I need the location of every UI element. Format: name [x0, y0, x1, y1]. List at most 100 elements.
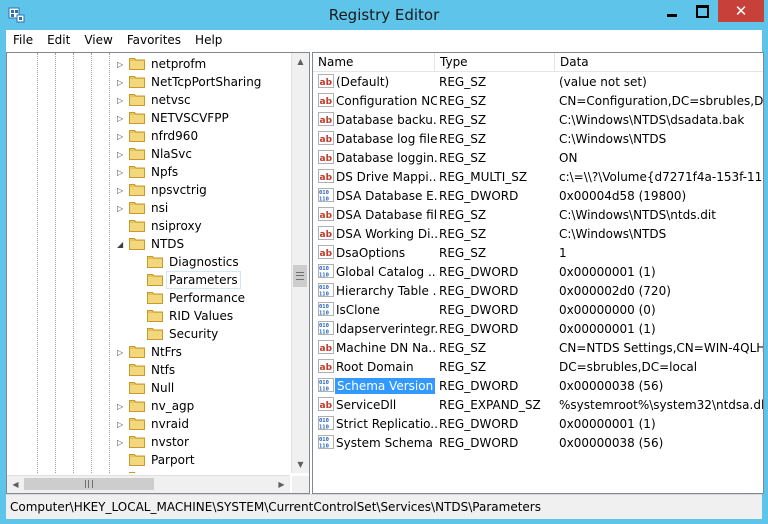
svg-text:110: 110	[319, 444, 329, 450]
svg-text:110: 110	[319, 292, 329, 298]
expand-arrow-icon[interactable]: ▷	[117, 114, 123, 123]
binary-value-icon: 010110	[318, 283, 334, 297]
scroll-right-button[interactable]: ▶	[273, 476, 290, 493]
tree-item[interactable]: Security	[7, 325, 290, 343]
expand-arrow-icon[interactable]: ▷	[117, 132, 123, 141]
value-row[interactable]: 010 110 Global Catalog ... REG_DWORD 0x00000…	[313, 262, 763, 281]
tree-item[interactable]: Performance	[7, 289, 290, 307]
tree-item[interactable]: Null	[7, 379, 290, 397]
menu-file[interactable]: File	[6, 33, 40, 47]
value-data: 0x000002d0 (720)	[559, 284, 671, 298]
scroll-up-button[interactable]: ▲	[292, 53, 309, 70]
tree-item[interactable]: ▷partmgr	[7, 469, 290, 473]
expand-arrow-icon[interactable]: ▷	[117, 348, 123, 357]
tree-item[interactable]: ▷ nvraid	[7, 415, 290, 433]
menu-view[interactable]: View	[77, 33, 119, 47]
collapse-arrow-icon[interactable]: ◢	[117, 240, 123, 249]
expand-arrow-icon[interactable]: ▷	[117, 186, 123, 195]
tree-vertical-scrollbar[interactable]: ▲ ▼	[291, 53, 309, 473]
menu-help[interactable]: Help	[188, 33, 229, 47]
tree-item[interactable]: ▷ nsi	[7, 199, 290, 217]
close-icon: ✕	[734, 1, 748, 20]
tree-item[interactable]: ▷ npsvctrig	[7, 181, 290, 199]
tree-item[interactable]: nsiproxy	[7, 217, 290, 235]
folder-icon	[129, 436, 145, 448]
value-type: REG_SZ	[439, 208, 487, 222]
value-row[interactable]: ab DS Drive Mappi... REG_MULTI_SZ c:\=\\?\V…	[313, 167, 763, 186]
tree-item[interactable]: RID Values	[7, 307, 290, 325]
tree-item[interactable]: ▷ NetTcpPortSharing	[7, 73, 290, 91]
close-button[interactable]: ✕	[718, 0, 764, 22]
value-type: REG_DWORD	[439, 265, 519, 279]
scrollbar-corner	[292, 476, 309, 493]
expand-arrow-icon[interactable]: ▷	[117, 96, 123, 105]
horizontal-scroll-thumb[interactable]	[24, 478, 154, 490]
tree-item[interactable]: ◢ NTDS	[7, 235, 290, 253]
svg-text:010: 010	[319, 380, 329, 386]
value-row[interactable]: ab Configuration NC REG_SZ CN=Configuration…	[313, 91, 763, 110]
folder-icon	[129, 202, 145, 214]
maximize-button[interactable]	[688, 0, 716, 22]
folder-icon	[129, 112, 145, 124]
menu-favorites[interactable]: Favorites	[120, 33, 188, 47]
value-row[interactable]: ab Database loggin... REG_SZ ON	[313, 148, 763, 167]
key-tree-pane[interactable]: ▷ netprofm ▷ NetTcpPortSharing ▷ netvsc ▷ NETVS…	[6, 52, 310, 494]
value-row[interactable]: 010 110 IsClone REG_DWORD 0x00000000 (0)	[313, 300, 763, 319]
value-row[interactable]: ab Machine DN Na... REG_SZ CN=NTDS Settings…	[313, 338, 763, 357]
tree-item[interactable]: ▷ nfrd960	[7, 127, 290, 145]
expand-arrow-icon[interactable]: ▷	[117, 438, 123, 447]
tree-horizontal-scrollbar[interactable]: ◀ ▶	[7, 475, 290, 493]
value-row[interactable]: ab Root Domain REG_SZ DC=sbrubles,DC=local	[313, 357, 763, 376]
tree-item-label: netprofm	[151, 57, 207, 71]
expand-arrow-icon[interactable]: ▷	[117, 150, 123, 159]
expand-arrow-icon[interactable]: ▷	[117, 60, 123, 69]
menu-bar: File Edit View Favorites Help	[6, 30, 762, 50]
value-row[interactable]: 010 110 Hierarchy Table ... REG_DWORD 0x0000…	[313, 281, 763, 300]
expand-arrow-icon[interactable]: ▷	[117, 420, 123, 429]
value-row[interactable]: 010 110 System Schema ... REG_DWORD 0x000000…	[313, 433, 763, 452]
value-row[interactable]: abDatabase log file...REG_SZ C:\Windows\N…	[313, 129, 763, 148]
column-header-type[interactable]: Type	[435, 53, 555, 71]
window-title: Registry Editor	[328, 6, 440, 24]
tree-item[interactable]: ▷ nvstor	[7, 433, 290, 451]
values-list-pane[interactable]: Name Type Data ab (Default) REG_SZ (value n…	[312, 52, 764, 494]
column-header-name[interactable]: Name	[313, 53, 435, 71]
tree-item[interactable]: ▷ NETVSCVFPP	[7, 109, 290, 127]
value-row[interactable]: ab DsaOptions REG_SZ 1	[313, 243, 763, 262]
value-row[interactable]: ab DSA Database file REG_SZ C:\Windows\NTDS…	[313, 205, 763, 224]
column-header-data[interactable]: Data	[555, 53, 763, 71]
minimize-button[interactable]	[658, 0, 686, 22]
tree-item[interactable]: ▷ netvsc	[7, 91, 290, 109]
value-row[interactable]: 010 110 Schema Version REG_DWORD 0x00000038 …	[313, 376, 763, 395]
tree-item[interactable]: Diagnostics	[7, 253, 290, 271]
value-type: REG_SZ	[439, 360, 487, 374]
tree-item[interactable]: ▷ netprofm	[7, 55, 290, 73]
expand-arrow-icon[interactable]: ▷	[117, 168, 123, 177]
scroll-thumb[interactable]	[293, 265, 307, 287]
tree-item[interactable]: ▷ NlaSvc	[7, 145, 290, 163]
value-row[interactable]: 010 110 Strict Replicatio... REG_DWORD 0x000…	[313, 414, 763, 433]
tree-item[interactable]: ▷ nv_agp	[7, 397, 290, 415]
expand-arrow-icon[interactable]: ▷	[117, 402, 123, 411]
expand-arrow-icon[interactable]: ▷	[117, 78, 123, 87]
svg-text:110: 110	[319, 330, 329, 336]
expand-arrow-icon[interactable]: ▷	[117, 204, 123, 213]
tree-item[interactable]: Parport	[7, 451, 290, 469]
value-row[interactable]: 010 110 ldapserverintegr... REG_DWORD 0x0000…	[313, 319, 763, 338]
scroll-left-button[interactable]: ◀	[7, 476, 24, 493]
value-row[interactable]: ab (Default) REG_SZ (value not set)	[313, 72, 763, 91]
value-row[interactable]: ab ServiceDll REG_EXPAND_SZ %systemroot%\sy…	[313, 395, 763, 414]
title-bar[interactable]: Registry Editor ✕	[0, 0, 768, 30]
value-row[interactable]: 010 110 DSA Database E... REG_DWORD 0x00004d…	[313, 186, 763, 205]
value-type: REG_DWORD	[439, 322, 519, 336]
menu-edit[interactable]: Edit	[40, 33, 77, 47]
value-row[interactable]: ab Database backu... REG_SZ C:\Windows\NTDS…	[313, 110, 763, 129]
string-value-icon: ab	[318, 226, 334, 240]
tree-item-label: Ntfs	[151, 363, 176, 377]
tree-item[interactable]: Ntfs	[7, 361, 290, 379]
tree-item[interactable]: ▷ Npfs	[7, 163, 290, 181]
scroll-down-button[interactable]: ▼	[292, 456, 309, 473]
value-row[interactable]: ab DSA Working Di... REG_SZ C:\Windows\NTDS	[313, 224, 763, 243]
tree-item[interactable]: Parameters	[7, 271, 290, 289]
tree-item[interactable]: ▷ NtFrs	[7, 343, 290, 361]
